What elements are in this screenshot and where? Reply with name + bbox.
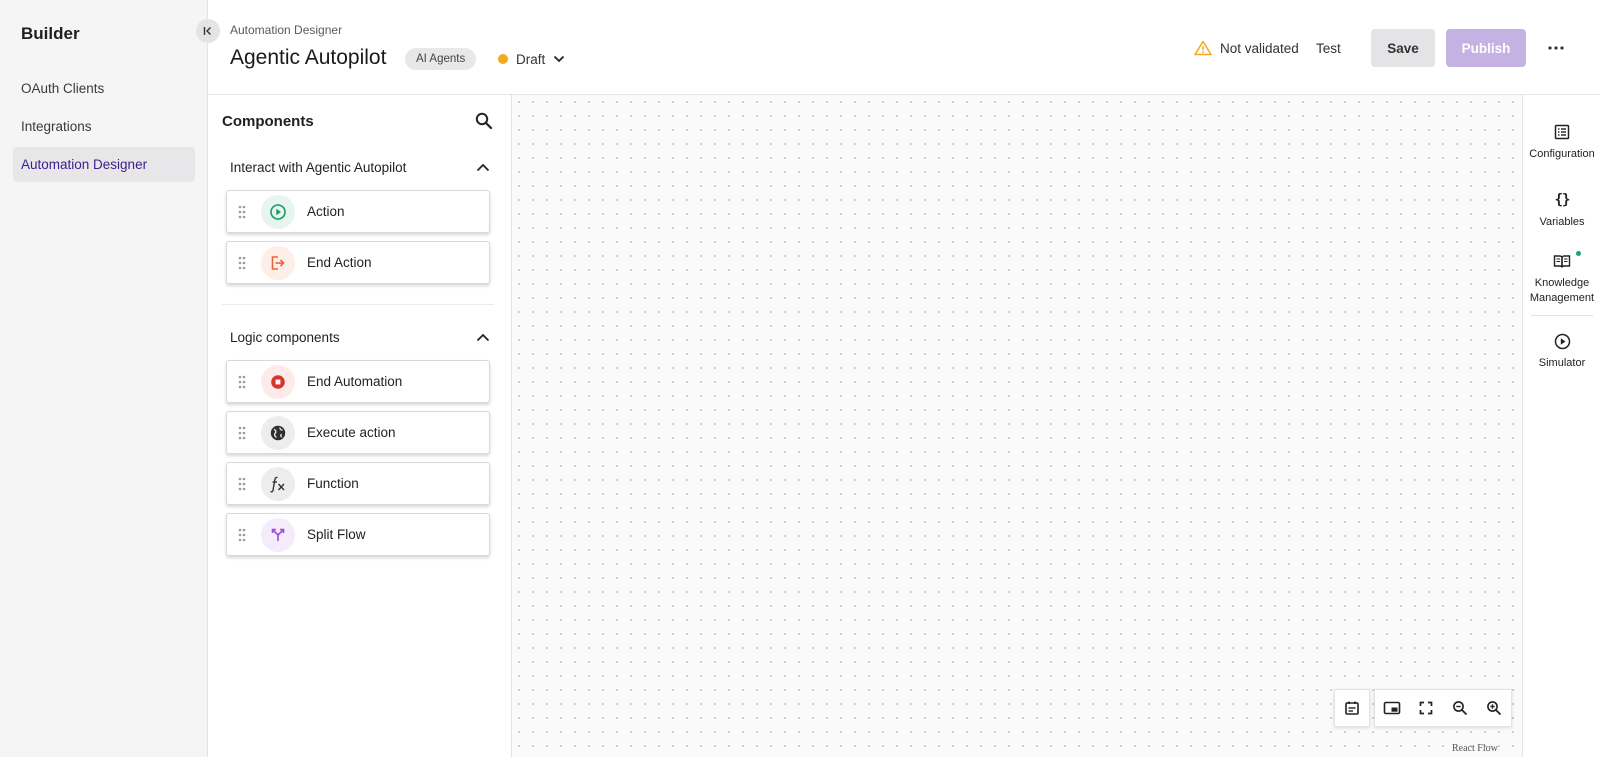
component-end-automation[interactable]: End Automation [226,360,490,403]
fullscreen-icon [1419,701,1433,715]
zoom-out-icon [1453,701,1468,716]
globe-icon [261,415,295,450]
validation-status[interactable]: Not validated [1194,38,1299,58]
rail-item-label: Knowledge Management [1529,277,1595,304]
picture-in-picture-icon [1383,701,1401,715]
rail-item-label: Simulator [1538,357,1586,369]
component-label: End Automation [307,374,403,389]
drag-handle-icon[interactable] [227,426,257,440]
nav-item-oauth-clients[interactable]: OAuth Clients [13,71,195,106]
drag-handle-icon[interactable] [227,256,257,270]
left-navigation: Builder OAuth Clients Integrations Autom… [0,0,208,757]
warning-icon [1194,40,1212,56]
chevron-up-icon [476,333,490,341]
zoom-in-icon [1487,701,1502,716]
component-action[interactable]: Action [226,190,490,233]
collapse-sidebar-button[interactable] [196,19,220,43]
page-header: Automation Designer Agentic Autopilot AI… [208,0,1600,95]
section-title: Logic components [230,329,340,345]
breadcrumb[interactable]: Automation Designer [230,23,342,37]
section-title: Interact with Agentic Autopilot [230,159,407,175]
component-label: Action [307,204,345,219]
canvas-control-group [1374,689,1512,727]
status-dot-icon [498,54,508,64]
braces-icon: {} [1554,191,1571,208]
section-header-interact[interactable]: Interact with Agentic Autopilot [230,157,490,177]
fit-view-button[interactable] [1409,689,1443,727]
chevron-down-icon [554,55,565,63]
collapse-left-icon [203,27,211,35]
components-panel: Components Interact with Agentic Autopil… [208,95,512,757]
test-button[interactable]: Test [1308,30,1349,66]
drag-handle-icon[interactable] [227,375,257,389]
exit-icon [261,245,295,280]
play-circle-icon [261,194,295,229]
app-root: Builder OAuth Clients Integrations Autom… [0,0,1600,757]
split-icon [261,517,295,552]
calendar-notes-icon [1345,701,1359,715]
search-icon [475,112,493,130]
section-divider [222,304,494,305]
component-label: End Action [307,255,372,270]
minimap-toggle-button[interactable] [1375,689,1409,727]
publish-button[interactable]: Publish [1446,29,1526,67]
drag-handle-icon[interactable] [227,477,257,491]
react-flow-attribution[interactable]: React Flow [1452,743,1498,754]
canvas-controls [1334,689,1512,727]
component-label: Split Flow [307,527,366,542]
play-icon [1554,333,1570,349]
drag-handle-icon[interactable] [227,528,257,542]
rail-item-variables[interactable]: {} Variables [1523,189,1600,230]
function-icon [261,466,295,501]
rail-item-label: Variables [1539,216,1585,228]
brand-title: Builder [21,24,80,43]
flow-canvas[interactable]: React Flow [512,95,1522,757]
page-title: Agentic Autopilot [230,46,387,69]
right-rail: Configuration {} Variables Knowledge Man… [1522,95,1600,757]
rail-divider [1531,315,1593,316]
component-label: Execute action [307,425,396,440]
zoom-out-button[interactable] [1443,689,1477,727]
rail-item-simulator[interactable]: Simulator [1523,330,1600,371]
more-options-button[interactable] [1541,34,1571,62]
stop-icon [261,364,295,399]
nav-item-integrations[interactable]: Integrations [13,109,195,144]
status-label: Draft [516,51,546,67]
status-dropdown[interactable]: Draft [498,49,565,69]
save-button[interactable]: Save [1371,29,1435,67]
panel-title: Components [222,113,314,130]
rail-item-knowledge-management[interactable]: Knowledge Management [1523,250,1600,306]
nav-item-automation-designer[interactable]: Automation Designer [13,147,195,182]
notification-dot-icon [1576,251,1581,256]
search-button[interactable] [474,111,494,131]
book-icon [1553,254,1571,268]
drag-handle-icon[interactable] [227,205,257,219]
component-end-action[interactable]: End Action [226,241,490,284]
notes-button[interactable] [1335,689,1369,727]
chevron-up-icon [476,163,490,171]
component-label: Function [307,476,359,491]
category-tag: AI Agents [405,48,477,70]
more-horizontal-icon [1548,46,1564,50]
canvas-control-group [1334,689,1370,727]
rail-item-configuration[interactable]: Configuration [1523,121,1600,162]
component-execute-action[interactable]: Execute action [226,411,490,454]
component-function[interactable]: Function [226,462,490,505]
rail-item-label: Configuration [1529,148,1595,160]
component-split-flow[interactable]: Split Flow [226,513,490,556]
validation-label: Not validated [1220,40,1299,56]
list-icon [1554,124,1570,140]
zoom-in-button[interactable] [1477,689,1511,727]
section-header-logic[interactable]: Logic components [230,327,490,347]
